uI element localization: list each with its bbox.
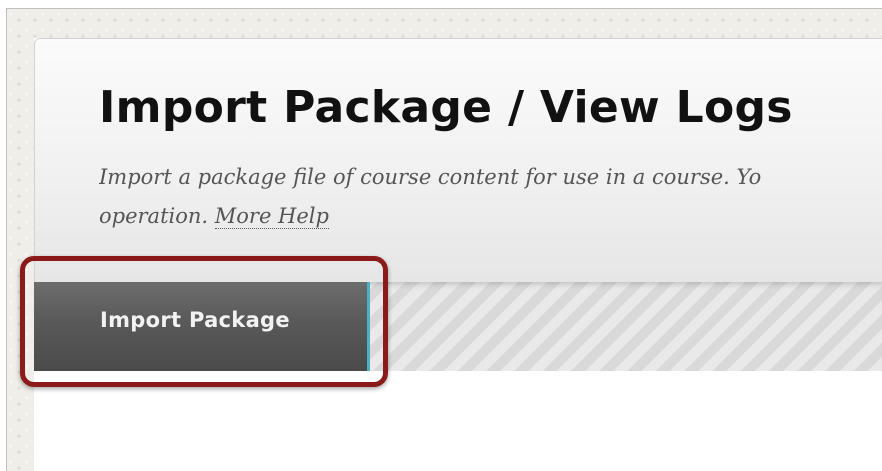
import-package-button-label: Import Package [100,308,290,332]
page-description: Import a package file of course content … [99,158,882,236]
description-text-line-2: operation. [99,204,209,228]
description-text-line-1: Import a package file of course content … [99,165,762,189]
more-help-link[interactable]: More Help [214,204,329,229]
page-title: Import Package / View Logs [99,82,793,133]
